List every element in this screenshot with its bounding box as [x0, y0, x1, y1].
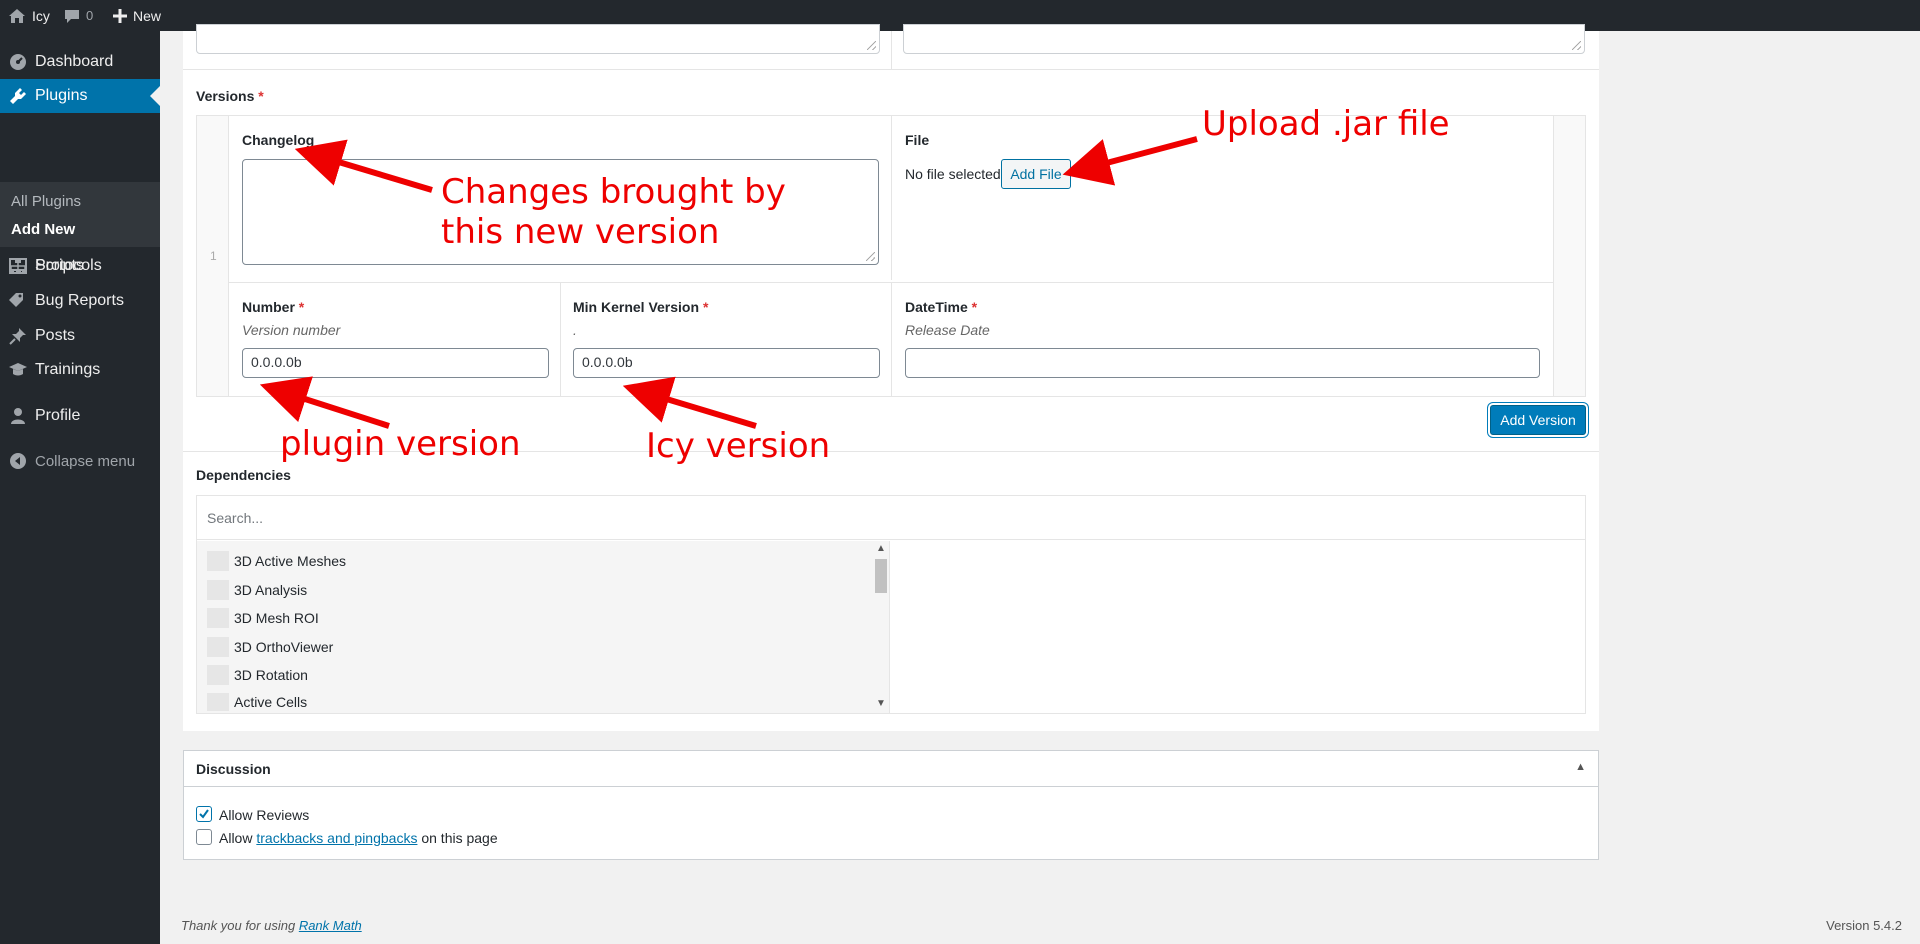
row-column-divider-2	[560, 283, 561, 396]
min-kernel-description: .	[573, 322, 577, 338]
collapse-icon	[8, 451, 28, 471]
footer-thanks: Thank you for using Rank Math	[181, 918, 362, 933]
add-version-button[interactable]: Add Version	[1490, 405, 1586, 435]
row-column-divider-3	[891, 283, 892, 396]
new-label: New	[133, 7, 162, 24]
resize-handle[interactable]	[866, 252, 875, 261]
trackbacks-link[interactable]: trackbacks and pingbacks	[256, 830, 417, 846]
collapse-arrow-icon[interactable]: ▲	[1575, 761, 1586, 773]
datetime-label: DateTime *	[905, 299, 978, 315]
annotation-changes-line1: Changes brought by	[441, 172, 786, 212]
comments-link[interactable]: 0	[64, 0, 93, 31]
list-item[interactable]: 3D Rotation	[207, 665, 308, 685]
footer-version: Version 5.4.2	[1826, 918, 1902, 933]
admin-sidebar: Dashboard Plugins All Plugins Add New Pr…	[0, 31, 160, 944]
sidebar-item-profile[interactable]: Profile	[0, 401, 160, 431]
number-label: Number *	[242, 299, 305, 315]
scroll-up-icon[interactable]: ▲	[876, 543, 886, 554]
file-label: File	[905, 132, 930, 148]
comments-count: 0	[86, 8, 94, 23]
checkbox[interactable]	[207, 665, 229, 685]
home-icon	[8, 8, 26, 24]
min-kernel-input[interactable]: 0.0.0.0b	[573, 348, 880, 378]
discussion-title: Discussion	[196, 761, 271, 777]
allow-trackbacks-checkbox[interactable]	[196, 829, 212, 845]
plugins-submenu: All Plugins Add New	[0, 182, 160, 247]
no-file-text: No file selected	[905, 166, 1001, 182]
sidebar-item-bug-reports[interactable]: Bug Reports	[0, 286, 160, 316]
graduation-cap-icon	[8, 360, 28, 380]
checkbox[interactable]	[207, 580, 229, 600]
annotation-changes-line2: this new version	[441, 212, 720, 252]
row-index: 1	[210, 249, 217, 263]
scroll-down-icon[interactable]: ▼	[876, 698, 886, 709]
list-item[interactable]: 3D Active Meshes	[207, 551, 346, 571]
list-item[interactable]: 3D OrthoViewer	[207, 637, 333, 657]
site-home-link[interactable]: Icy	[8, 0, 50, 31]
collapse-menu-button[interactable]: Collapse menu	[0, 446, 160, 476]
comment-icon	[64, 8, 80, 24]
dashboard-icon	[8, 52, 28, 72]
pin-icon	[8, 326, 28, 346]
sidebar-item-scripts[interactable]: Scripts	[0, 251, 160, 281]
discussion-header[interactable]: Discussion ▲	[184, 751, 1598, 787]
rank-math-link[interactable]: Rank Math	[299, 918, 362, 933]
checkbox[interactable]	[207, 608, 229, 628]
annotation-plugin-version: plugin version	[280, 424, 521, 464]
allow-reviews-label: Allow Reviews	[219, 807, 310, 823]
dependencies-title: Dependencies	[196, 467, 291, 483]
section-divider	[183, 69, 1599, 70]
previous-textarea-left[interactable]	[196, 24, 880, 54]
row-column-divider	[891, 116, 892, 280]
column-divider	[891, 31, 892, 69]
sidebar-item-posts[interactable]: Posts	[0, 321, 160, 351]
row-handle[interactable]: 1	[197, 116, 229, 396]
checkbox[interactable]	[207, 551, 229, 571]
site-name: Icy	[32, 7, 50, 24]
resize-handle[interactable]	[867, 41, 876, 50]
list-item[interactable]: 3D Analysis	[207, 580, 307, 600]
resize-handle[interactable]	[1572, 41, 1581, 50]
datetime-input[interactable]	[905, 348, 1540, 378]
checkbox[interactable]	[207, 693, 229, 711]
sidebar-item-dashboard[interactable]: Dashboard	[0, 46, 160, 77]
checkbox[interactable]	[207, 637, 229, 657]
sidebar-item-plugins[interactable]: Plugins	[0, 79, 160, 113]
sidebar-item-trainings[interactable]: Trainings	[0, 355, 160, 385]
version-number-input[interactable]: 0.0.0.0b	[242, 348, 549, 378]
add-file-button[interactable]: Add File	[1001, 159, 1071, 189]
min-kernel-label: Min Kernel Version *	[573, 299, 709, 315]
annotation-upload: Upload .jar file	[1202, 104, 1450, 144]
allow-trackbacks-label: Allow trackbacks and pingbacks on this p…	[219, 830, 498, 846]
search-placeholder: Search...	[207, 510, 264, 526]
user-icon	[8, 406, 28, 426]
plus-icon	[113, 8, 127, 23]
datetime-description: Release Date	[905, 322, 990, 338]
scroll-thumb[interactable]	[875, 559, 887, 593]
previous-textarea-right[interactable]	[903, 24, 1585, 54]
plugins-icon	[8, 86, 28, 106]
allow-reviews-checkbox[interactable]	[196, 806, 212, 822]
versions-title: Versions *	[196, 88, 264, 104]
scrollbar[interactable]: ▲ ▼	[873, 543, 889, 712]
submenu-all-plugins[interactable]: All Plugins	[11, 193, 81, 210]
list-item[interactable]: 3D Mesh ROI	[207, 608, 319, 628]
number-description: Version number	[242, 322, 341, 338]
list-item[interactable]: Active Cells	[207, 693, 307, 711]
row-actions[interactable]	[1553, 116, 1585, 396]
new-content-link[interactable]: New	[113, 0, 161, 31]
scripts-icon	[8, 256, 28, 276]
tag-icon	[8, 291, 28, 311]
submenu-add-new[interactable]: Add New	[11, 221, 75, 238]
changelog-label: Changelog	[242, 132, 315, 148]
annotation-icy-version: Icy version	[646, 426, 831, 466]
dependency-search[interactable]: Search...	[197, 496, 1585, 540]
